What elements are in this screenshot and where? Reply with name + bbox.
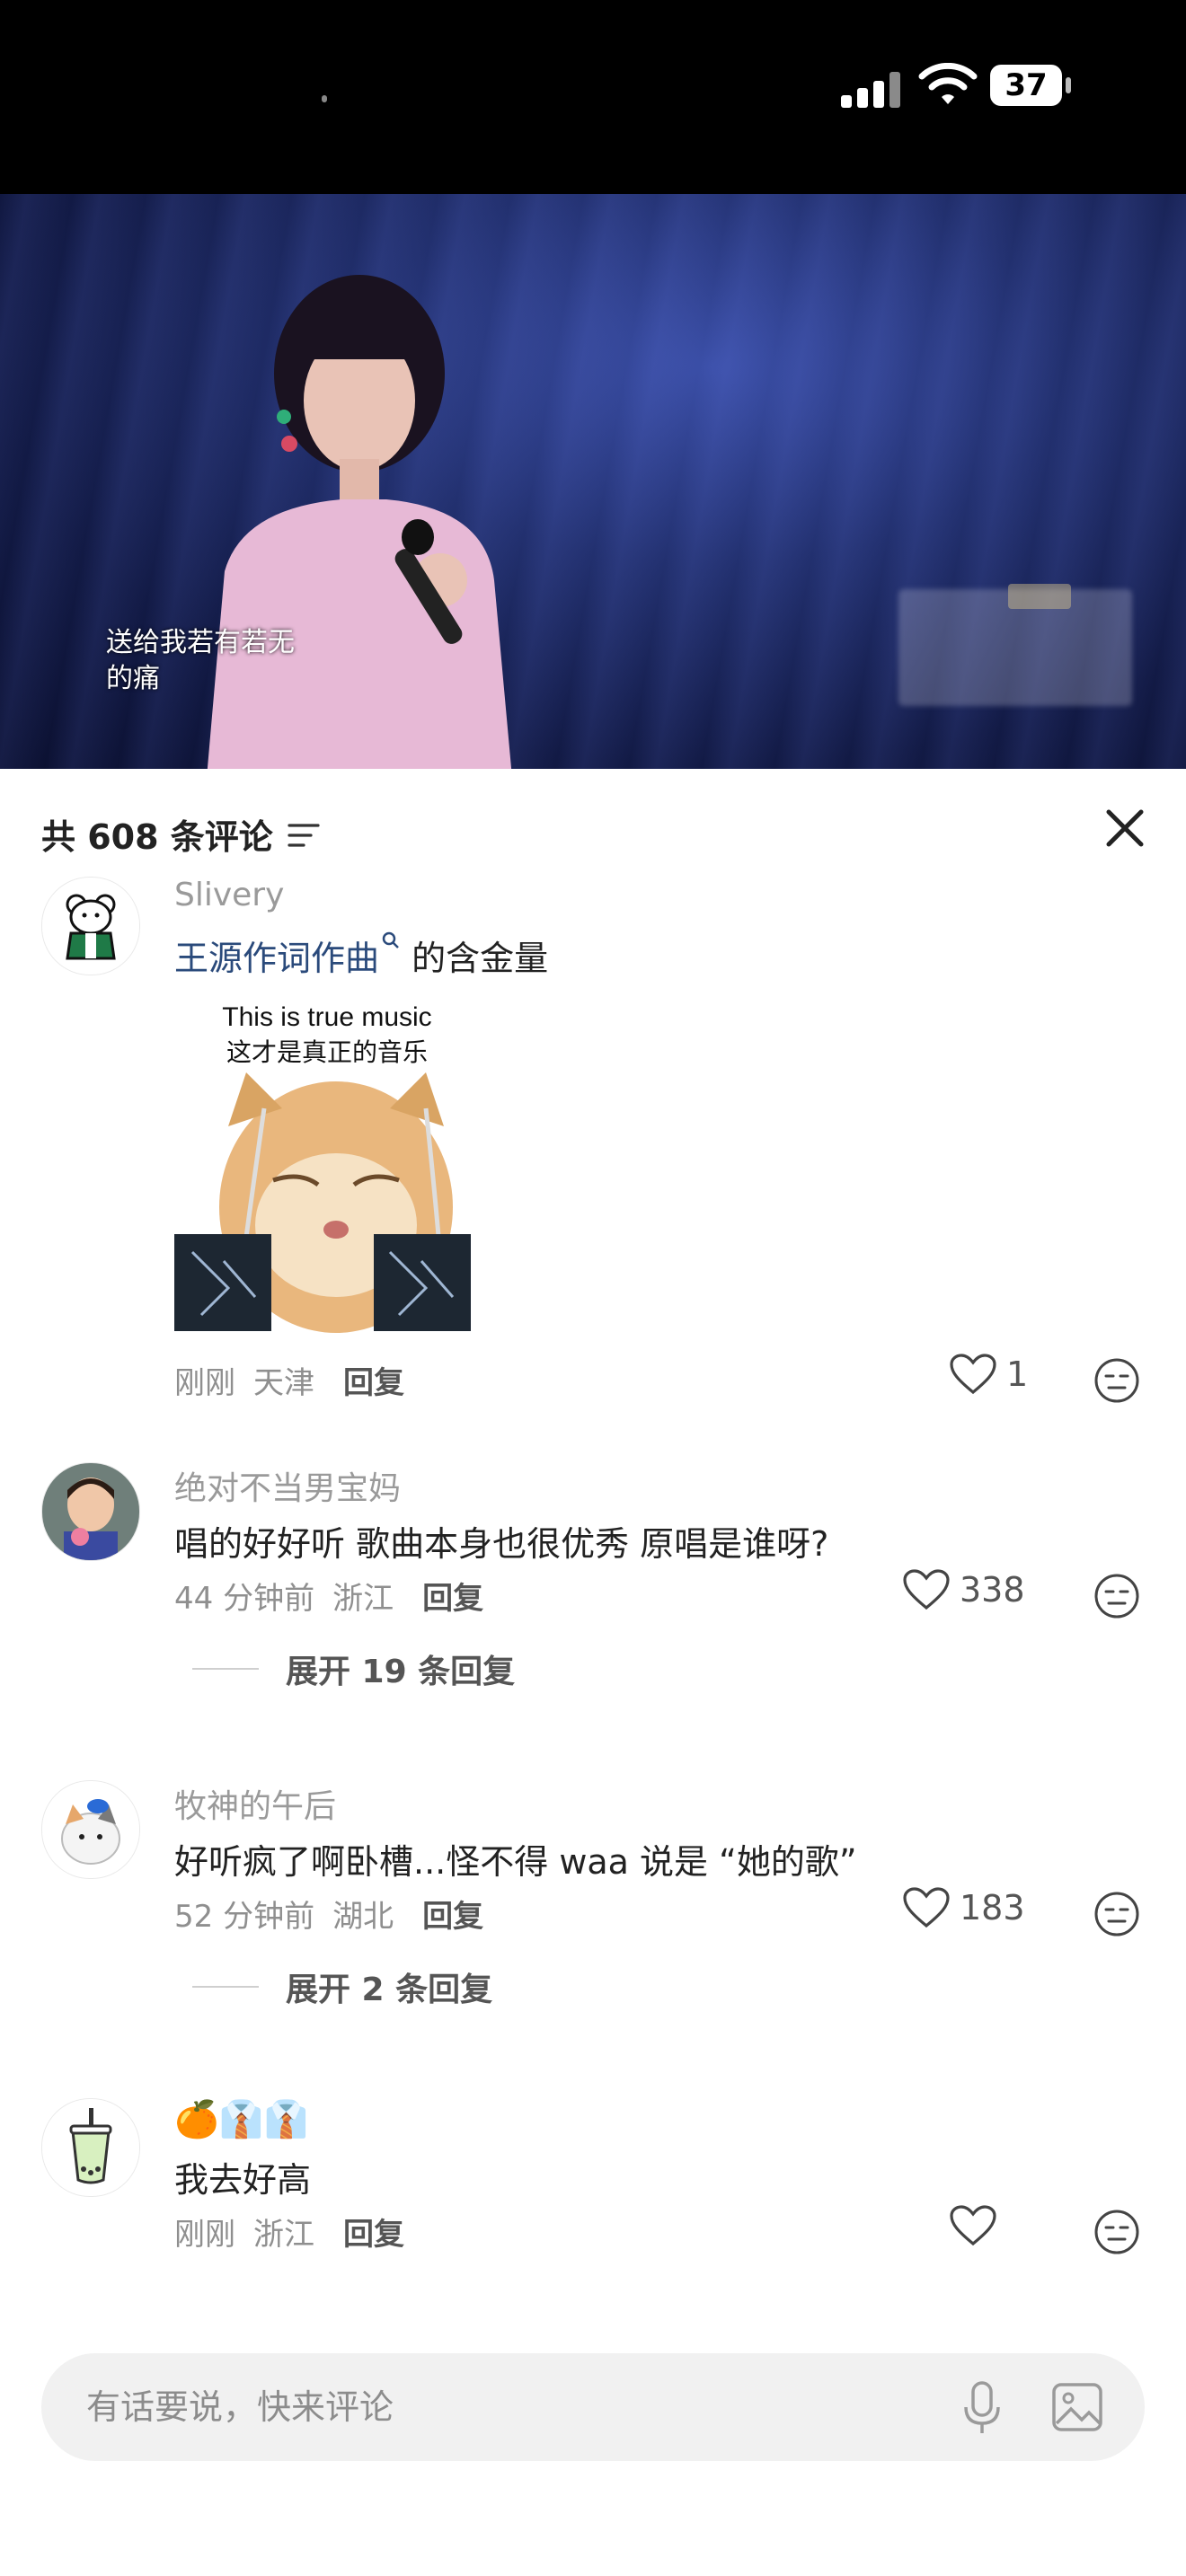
comment-text: 好听疯了啊卧槽...怪不得 waa 说是 “她的歌” — [174, 1842, 857, 1882]
avatar[interactable] — [41, 2098, 140, 2197]
avatar[interactable] — [41, 1462, 140, 1561]
expand-divider — [192, 1668, 259, 1670]
like-count: 338 — [960, 1570, 1025, 1610]
comment-username[interactable]: 牧神的午后 — [174, 1780, 336, 1827]
video-player[interactable]: 送给我若有若无 的痛 — [0, 194, 1186, 769]
like-button[interactable]: 1 — [949, 1353, 1028, 1396]
comment-panel: 共 608 条评论 Slivery 王源作词作曲 的含金量 This is tr… — [0, 771, 1186, 2576]
comment-input[interactable]: 有话要说，快来评论 — [41, 2353, 1145, 2461]
heart-icon — [950, 1354, 996, 1395]
emoji-face-icon[interactable] — [1093, 1890, 1141, 1938]
like-button[interactable]: 183 — [902, 1886, 1025, 1929]
cat-sticker-art — [174, 1072, 471, 1333]
comment-item: 牧神的午后 好听疯了啊卧槽...怪不得 waa 说是 “她的歌” 52 分钟前 … — [0, 1780, 1186, 2068]
watermark-tag — [1008, 584, 1071, 609]
heart-icon — [903, 1569, 950, 1610]
emoji-face-icon[interactable] — [1093, 2208, 1141, 2256]
comment-username[interactable]: 绝对不当男宝妈 — [174, 1462, 401, 1509]
mic-icon[interactable] — [960, 2380, 1005, 2436]
reply-button[interactable]: 回复 — [422, 1892, 483, 1936]
expand-divider — [192, 1986, 259, 1988]
comment-header: 共 608 条评论 — [41, 807, 322, 860]
avatar[interactable] — [41, 1780, 140, 1879]
like-count: 183 — [960, 1888, 1025, 1928]
status-dot — [322, 95, 327, 102]
search-icon — [382, 931, 399, 948]
wifi-icon — [918, 63, 978, 104]
close-icon[interactable] — [1100, 803, 1150, 853]
comment-username[interactable]: 🍊👔👔 — [174, 2098, 308, 2140]
video-subtitle: 送给我若有若无 的痛 — [106, 627, 295, 694]
reply-button[interactable]: 回复 — [422, 1574, 483, 1618]
comment-item: Slivery 王源作词作曲 的含金量 This is true music 这… — [0, 877, 1186, 1505]
sort-icon[interactable] — [286, 817, 322, 853]
like-button[interactable] — [949, 2204, 1006, 2247]
sticker-caption-en: This is true music — [222, 1002, 432, 1032]
emoji-face-icon[interactable] — [1093, 1572, 1141, 1620]
like-count: 1 — [1006, 1354, 1029, 1394]
expand-replies-button[interactable]: 展开 19 条回复 — [192, 1645, 515, 1692]
comment-text: 王源作词作曲 的含金量 — [174, 931, 548, 980]
sticker-image[interactable]: This is true music 这才是真正的音乐 — [174, 1002, 480, 1344]
comment-meta: 刚刚 浙江 回复 — [174, 2210, 404, 2254]
comment-username[interactable]: Slivery — [174, 877, 284, 913]
battery-icon: 37 — [990, 65, 1071, 106]
avatar[interactable] — [41, 877, 140, 975]
like-button[interactable]: 338 — [902, 1568, 1025, 1611]
search-link[interactable]: 王源作词作曲 — [174, 939, 379, 978]
heart-icon — [950, 2205, 996, 2246]
comment-item: 绝对不当男宝妈 唱的好好听 歌曲本身也很优秀 原唱是谁呀? 44 分钟前 浙江 … — [0, 1462, 1186, 1750]
comment-item: 🍊👔👔 我去好高 刚刚 浙江 回复 — [0, 2098, 1186, 2296]
input-placeholder: 有话要说，快来评论 — [86, 2387, 394, 2427]
signal-icon — [841, 68, 902, 108]
comment-meta: 刚刚 天津 回复 — [174, 1358, 404, 1402]
battery-level: 37 — [1005, 67, 1048, 103]
reply-button[interactable]: 回复 — [343, 2210, 404, 2254]
image-icon[interactable] — [1051, 2382, 1103, 2432]
heart-icon — [903, 1887, 950, 1928]
expand-replies-button[interactable]: 展开 2 条回复 — [192, 1963, 492, 2010]
status-bar: 37 — [0, 0, 1186, 194]
comment-meta: 52 分钟前 湖北 回复 — [174, 1892, 483, 1936]
reply-button[interactable]: 回复 — [343, 1358, 404, 1402]
sticker-caption-zh: 这才是真正的音乐 — [226, 1037, 428, 1067]
emoji-face-icon[interactable] — [1093, 1356, 1141, 1405]
comment-count: 共 608 条评论 — [41, 816, 273, 857]
comment-text: 唱的好好听 歌曲本身也很优秀 原唱是谁呀? — [174, 1524, 829, 1564]
comment-meta: 44 分钟前 浙江 回复 — [174, 1574, 483, 1618]
comment-text: 我去好高 — [174, 2160, 312, 2200]
